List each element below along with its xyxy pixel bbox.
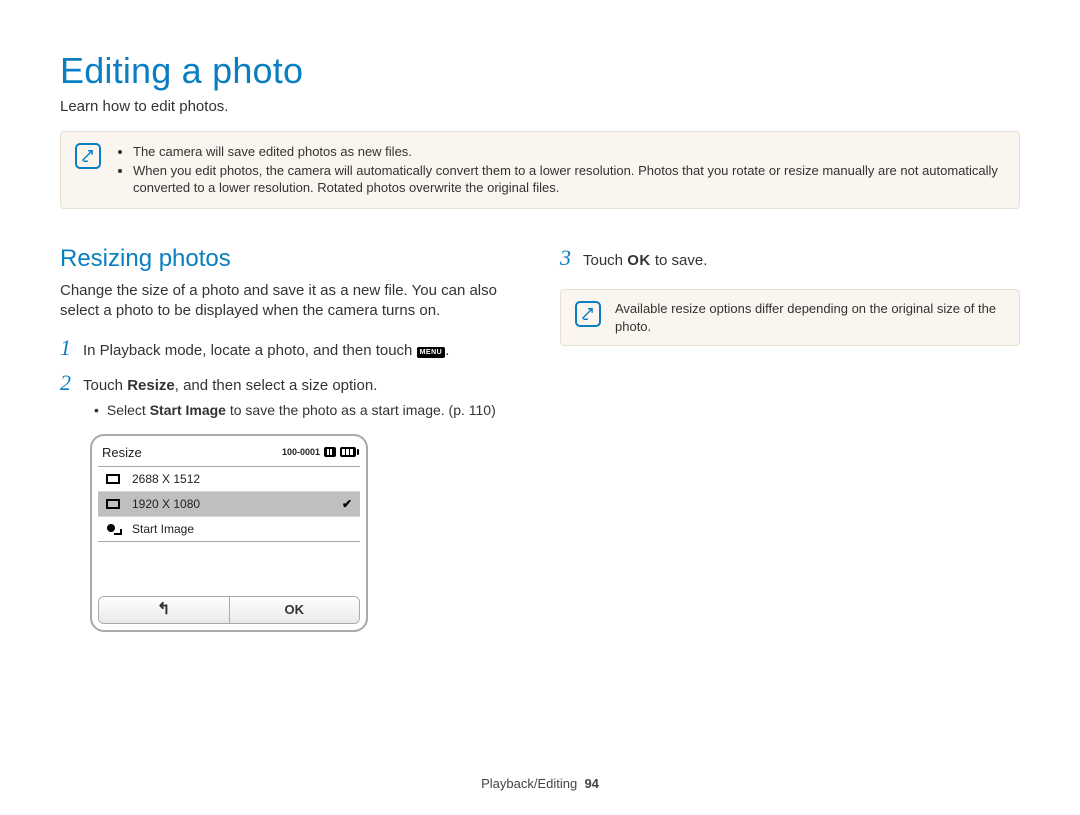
step-number: 3 [560, 247, 571, 269]
section-heading: Resizing photos [60, 245, 520, 273]
note-item: When you edit photos, the camera will au… [133, 162, 1005, 197]
size-icon [106, 497, 122, 511]
step-number: 2 [60, 372, 71, 394]
camera-screenshot: Resize 100-0001 2688 X 1512 [90, 434, 368, 632]
bullet-icon: • [94, 401, 99, 421]
page-footer: Playback/Editing 94 [0, 776, 1080, 791]
option-label: 2688 X 1512 [132, 472, 352, 486]
step-1: 1 In Playback mode, locate a photo, and … [60, 337, 520, 362]
resize-option[interactable]: 1920 X 1080 ✔ [98, 492, 360, 517]
left-column: Resizing photos Change the size of a pho… [60, 245, 520, 633]
back-button[interactable]: ↰ [99, 597, 229, 623]
step-2-sub: • Select Start Image to save the photo a… [94, 401, 520, 421]
manual-page: Editing a photo Learn how to edit photos… [0, 0, 1080, 815]
sd-card-icon [324, 447, 336, 457]
note-icon [75, 143, 101, 169]
step-text: Touch Resize, and then select a size opt… [83, 372, 377, 397]
file-counter: 100-0001 [282, 447, 320, 457]
step-text: Touch OK to save. [583, 247, 707, 272]
note-list: The camera will save edited photos as ne… [115, 142, 1005, 198]
menu-icon: MENU [417, 347, 446, 358]
size-icon [106, 472, 122, 486]
start-image-icon [106, 522, 122, 536]
camera-title: Resize [102, 445, 142, 460]
step-2: 2 Touch Resize, and then select a size o… [60, 372, 520, 397]
note-box-top: The camera will save edited photos as ne… [60, 131, 1020, 209]
check-icon: ✔ [342, 497, 352, 511]
section-lead: Change the size of a photo and save it a… [60, 281, 520, 322]
step-number: 1 [60, 337, 71, 359]
camera-options: 2688 X 1512 1920 X 1080 ✔ Start Image [98, 466, 360, 542]
option-label: Start Image [132, 522, 352, 536]
note-text: Available resize options differ dependin… [615, 300, 1005, 335]
resize-option[interactable]: Start Image [98, 517, 360, 541]
page-title: Editing a photo [60, 50, 1020, 92]
camera-status: 100-0001 [282, 447, 356, 457]
camera-header: Resize 100-0001 [98, 442, 360, 466]
battery-icon [340, 447, 356, 457]
note-box-side: Available resize options differ dependin… [560, 289, 1020, 346]
step-text: In Playback mode, locate a photo, and th… [83, 337, 449, 362]
option-label: 1920 X 1080 [132, 497, 332, 511]
ok-button[interactable]: OK [229, 597, 360, 623]
ok-inline-icon: OK [627, 252, 651, 269]
footer-section: Playback/Editing [481, 776, 577, 791]
right-column: 3 Touch OK to save. Available resize opt… [560, 245, 1020, 633]
resize-option[interactable]: 2688 X 1512 [98, 467, 360, 492]
page-number: 94 [584, 776, 598, 791]
step-3: 3 Touch OK to save. [560, 247, 1020, 272]
camera-blank-area [98, 542, 360, 590]
page-subtitle: Learn how to edit photos. [60, 98, 1020, 115]
note-item: The camera will save edited photos as ne… [133, 143, 1005, 161]
note-icon [575, 301, 601, 327]
camera-footer: ↰ OK [98, 596, 360, 624]
